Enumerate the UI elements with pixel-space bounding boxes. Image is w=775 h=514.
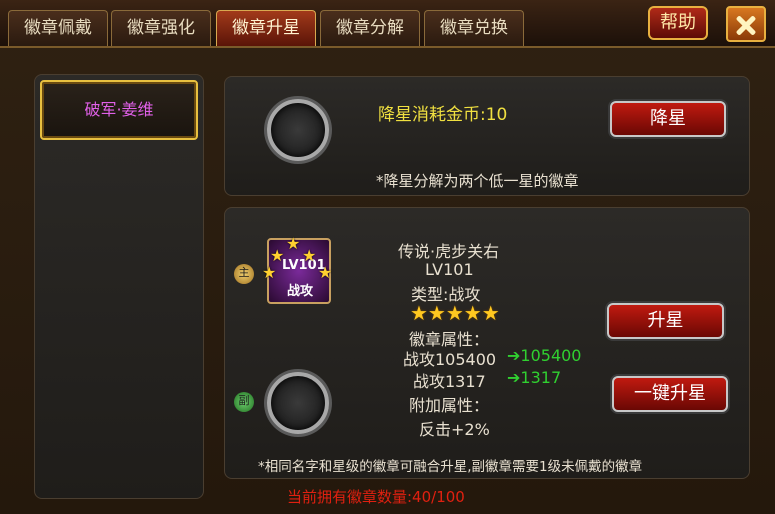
tab-badge-star-up[interactable]: 徽章升星 [216, 10, 316, 46]
tab-badge-equip[interactable]: 徽章佩戴 [8, 10, 108, 46]
attribute-row-1-current: 战攻105400 [403, 350, 497, 369]
downgrade-button[interactable]: 降星 [610, 101, 726, 137]
footer-note: *相同名字和星级的徽章可融合升星,副徽章需要1级未佩戴的徽章 [258, 459, 643, 475]
star-icon: ★ [286, 234, 301, 253]
tab-bar: 徽章佩戴 徽章强化 徽章升星 徽章分解 徽章兑换 帮助 [0, 0, 775, 48]
close-icon[interactable] [726, 6, 766, 42]
tab-badge-exchange[interactable]: 徽章兑换 [424, 10, 524, 46]
badge-star-rating: ★★★★★ [410, 301, 500, 325]
star-icon: ★ [318, 263, 333, 282]
badge-name: 传说·虎步关右 [398, 242, 500, 261]
tab-badge-enhance[interactable]: 徽章强化 [111, 10, 211, 46]
downgrade-cost: 降星消耗金币:10 [378, 105, 508, 125]
badge-level: LV101 [425, 260, 474, 279]
sub-badge-slot[interactable] [267, 372, 329, 434]
attribute-row-2-next: ➔1317 [507, 368, 562, 387]
attribute-row-2-current: 战攻1317 [413, 372, 486, 391]
star-up-button[interactable]: 升星 [607, 303, 724, 339]
tab-badge-decompose[interactable]: 徽章分解 [320, 10, 420, 46]
hero-list-item[interactable]: 破军·姜维 [40, 80, 198, 140]
attribute-row-1-next: ➔105400 [507, 346, 582, 365]
one-click-star-up-button[interactable]: 一键升星 [612, 376, 728, 412]
extra-attributes-header: 附加属性： [409, 396, 490, 415]
badge-icon-kind: 战攻 [287, 284, 314, 299]
help-button[interactable]: 帮助 [648, 6, 708, 40]
star-icon: ★ [262, 263, 277, 282]
downgrade-badge-slot[interactable] [267, 99, 329, 161]
extra-attribute-value: 反击+2% [419, 420, 490, 439]
sub-badge-tag: 副 [234, 392, 254, 412]
badge-upgrade-screen: 徽章佩戴 徽章强化 徽章升星 徽章分解 徽章兑换 帮助 破军·姜维 降星消耗金币… [0, 0, 775, 514]
owned-badge-count: 当前拥有徽章数量:40/100 [287, 488, 465, 506]
star-icon: ★ [302, 246, 317, 265]
downgrade-note: *降星分解为两个低一星的徽章 [376, 172, 579, 190]
main-badge-tag: 主 [234, 264, 254, 284]
